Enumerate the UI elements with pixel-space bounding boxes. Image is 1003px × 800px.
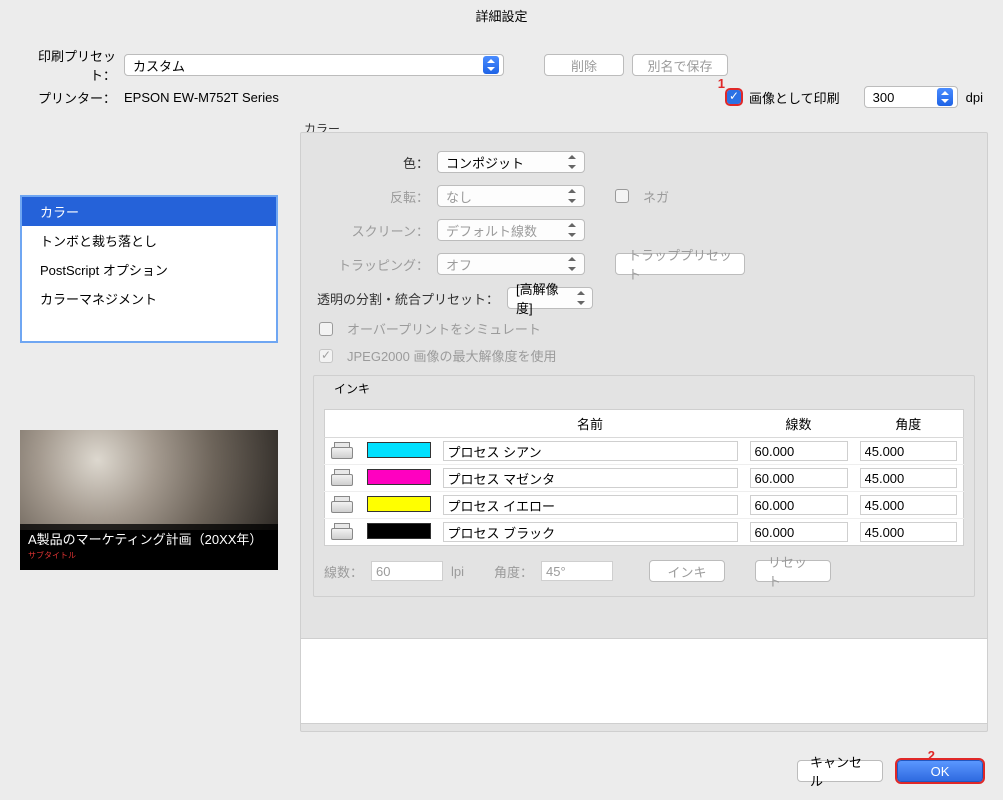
preset-select[interactable]: カスタム: [124, 54, 504, 76]
flatten-select[interactable]: [高解像度]: [507, 287, 593, 309]
ink-name-input[interactable]: [443, 495, 738, 515]
ink-col-lines: 線数: [744, 410, 854, 438]
jpeg2000-label: JPEG2000 画像の最大解像度を使用: [347, 346, 557, 365]
angle-input: [541, 561, 613, 581]
ink-row[interactable]: [325, 492, 964, 519]
ink-swatch: [367, 496, 431, 512]
ink-row[interactable]: [325, 438, 964, 465]
ink-button: インキ: [649, 560, 725, 582]
dialog-title: 詳細設定: [0, 0, 1003, 35]
updown-icon: [483, 56, 499, 74]
ink-lines-input[interactable]: [750, 441, 848, 461]
updown-icon: [564, 187, 580, 205]
ink-name-input[interactable]: [443, 441, 738, 461]
delete-button[interactable]: 削除: [544, 54, 624, 76]
color-label: 色：: [313, 153, 429, 172]
ink-name-input[interactable]: [443, 468, 738, 488]
sidebar-item-label: PostScript オプション: [40, 263, 168, 278]
flip-value: なし: [446, 187, 472, 206]
sidebar-item-postscript[interactable]: PostScript オプション: [22, 255, 276, 284]
ink-swatch: [367, 442, 431, 458]
dpi-value: 300: [873, 90, 895, 105]
screen-label: スクリーン：: [313, 221, 429, 240]
overprint-checkbox: [319, 322, 333, 336]
message-area: [300, 638, 988, 724]
page-preview: A製品のマーケティング計画（20XX年） サブタイトル: [20, 430, 278, 570]
ink-lines-input[interactable]: [750, 522, 848, 542]
screen-select: デフォルト線数: [437, 219, 585, 241]
preset-label: 印刷プリセット：: [20, 46, 116, 84]
angle-label: 角度：: [494, 562, 533, 581]
updown-icon: [564, 255, 580, 273]
updown-icon: [573, 289, 588, 307]
ink-row[interactable]: [325, 519, 964, 546]
sidebar-item-label: トンボと裁ち落とし: [40, 234, 157, 249]
dialog-footer: 2 キャンセル OK: [0, 760, 1003, 782]
sidebar-item-marks[interactable]: トンボと裁ち落とし: [22, 226, 276, 255]
color-select[interactable]: コンポジット: [437, 151, 585, 173]
flatten-value: [高解像度]: [516, 279, 573, 317]
preview-image: [20, 430, 278, 530]
ink-table: 名前 線数 角度: [324, 409, 964, 546]
annotation-2: 2: [928, 748, 935, 770]
printer-name: EPSON EW-M752T Series: [124, 90, 279, 105]
ink-angle-input[interactable]: [860, 468, 958, 488]
saveas-button[interactable]: 別名で保存: [632, 54, 728, 76]
lines-input: [371, 561, 443, 581]
updown-icon: [564, 153, 580, 171]
preview-sub: サブタイトル: [28, 550, 270, 561]
overprint-label: オーバープリントをシミュレート: [347, 319, 541, 338]
ink-legend: インキ: [330, 382, 374, 396]
lines-label: 線数：: [324, 562, 363, 581]
ink-col-angle: 角度: [854, 410, 964, 438]
annotation-1: 1: [718, 76, 725, 91]
ok-button[interactable]: OK: [897, 760, 983, 782]
ink-row[interactable]: [325, 465, 964, 492]
printer-icon: [331, 469, 351, 485]
ink-swatch: [367, 469, 431, 485]
flatten-label: 透明の分割・統合プリセット：: [313, 289, 499, 308]
preview-title: A製品のマーケティング計画（20XX年）: [28, 532, 262, 547]
dpi-unit: dpi: [966, 90, 983, 105]
sidebar-item-color[interactable]: カラー: [22, 197, 276, 226]
trap-preset-button: トラッププリセット: [615, 253, 745, 275]
print-as-image-label: 画像として印刷: [749, 88, 840, 107]
nega-label: ネガ: [643, 187, 669, 206]
trap-value: オフ: [446, 255, 472, 274]
flip-label: 反転：: [313, 187, 429, 206]
lpi-label: lpi: [451, 564, 464, 579]
ink-swatch: [367, 523, 431, 539]
dpi-select[interactable]: 300: [864, 86, 958, 108]
ink-group: インキ 名前 線数 角度 線数： lpi 角度： インキ リセット: [313, 375, 975, 597]
settings-sidebar: カラー トンボと裁ち落とし PostScript オプション カラーマネジメント: [20, 195, 278, 343]
jpeg2000-checkbox: [319, 349, 333, 363]
sidebar-item-label: カラーマネジメント: [40, 292, 157, 307]
printer-icon: [331, 496, 351, 512]
preview-caption: A製品のマーケティング計画（20XX年） サブタイトル: [20, 524, 278, 556]
print-as-image-checkbox[interactable]: [727, 90, 741, 104]
ink-angle-input[interactable]: [860, 441, 958, 461]
screen-value: デフォルト線数: [446, 221, 537, 240]
ink-name-input[interactable]: [443, 522, 738, 542]
updown-icon: [937, 88, 953, 106]
printer-icon: [331, 442, 351, 458]
ink-angle-input[interactable]: [860, 522, 958, 542]
printer-icon: [331, 523, 351, 539]
trap-label: トラッピング：: [313, 255, 429, 274]
color-value: コンポジット: [446, 153, 524, 172]
ink-angle-input[interactable]: [860, 495, 958, 515]
sidebar-item-colormgmt[interactable]: カラーマネジメント: [22, 284, 276, 313]
ink-lines-input[interactable]: [750, 495, 848, 515]
flip-select: なし: [437, 185, 585, 207]
ink-col-name: 名前: [437, 410, 744, 438]
nega-checkbox: [615, 189, 629, 203]
ink-lines-input[interactable]: [750, 468, 848, 488]
updown-icon: [564, 221, 580, 239]
sidebar-item-label: カラー: [40, 205, 79, 220]
trap-select: オフ: [437, 253, 585, 275]
reset-button: リセット: [755, 560, 831, 582]
cancel-button[interactable]: キャンセル: [797, 760, 883, 782]
preset-value: カスタム: [133, 56, 185, 75]
printer-label: プリンター：: [20, 88, 116, 107]
